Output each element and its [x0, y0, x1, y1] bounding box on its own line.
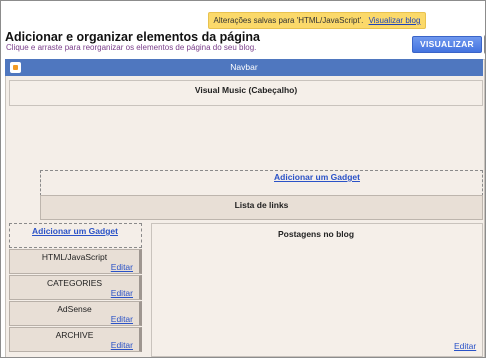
page-subtitle: Clique e arraste para reorganizar os ele…	[6, 43, 257, 52]
gadget-archive[interactable]: ARCHIVE Editar	[9, 327, 142, 352]
gadget-edit-link[interactable]: Editar	[111, 340, 133, 350]
blog-posts-section[interactable]	[151, 223, 483, 357]
save-notice-text: Alterações salvas para 'HTML/JavaScript'…	[213, 16, 364, 25]
gadget-edit-link[interactable]: Editar	[111, 314, 133, 324]
link-list-title: Lista de links	[234, 200, 289, 210]
gadget-title: ARCHIVE	[55, 330, 94, 340]
blogger-icon	[10, 62, 21, 73]
header-section-title: Visual Music (Cabeçalho)	[194, 85, 298, 95]
header-section[interactable]: Visual Music (Cabeçalho)	[9, 80, 483, 106]
gadget-categories[interactable]: CATEGORIES Editar	[9, 275, 142, 300]
add-gadget-link-sidebar[interactable]: Adicionar um Gadget	[32, 226, 118, 236]
gadget-title: AdSense	[57, 304, 92, 314]
navbar-section[interactable]: Navbar	[5, 59, 483, 76]
layout-editor-window: Alterações salvas para 'HTML/JavaScript'…	[0, 0, 486, 358]
gadget-title: CATEGORIES	[46, 278, 103, 288]
gadget-edit-link[interactable]: Editar	[111, 288, 133, 298]
gadget-adsense[interactable]: AdSense Editar	[9, 301, 142, 326]
add-gadget-area-top	[40, 170, 483, 196]
view-blog-link[interactable]: Visualizar blog	[369, 16, 421, 25]
blog-posts-title: Postagens no blog	[277, 229, 355, 239]
gadget-html-javascript[interactable]: HTML/JavaScript Editar	[9, 249, 142, 274]
gadget-title: HTML/JavaScript	[41, 252, 108, 262]
link-list-section[interactable]: Lista de links	[40, 195, 483, 220]
gadget-edit-link[interactable]: Editar	[111, 262, 133, 272]
preview-button[interactable]: VISUALIZAR	[412, 36, 482, 53]
add-gadget-link-top[interactable]: Adicionar um Gadget	[274, 172, 360, 182]
save-notice: Alterações salvas para 'HTML/JavaScript'…	[208, 12, 426, 29]
navbar-label: Navbar	[230, 62, 258, 72]
page-title: Adicionar e organizar elementos da págin…	[5, 30, 260, 44]
blog-posts-edit-link[interactable]: Editar	[454, 341, 476, 351]
